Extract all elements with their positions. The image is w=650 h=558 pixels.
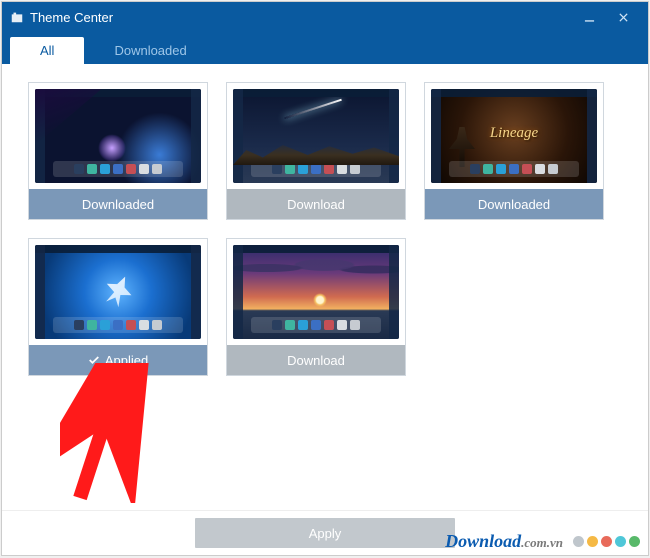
status-label: Download bbox=[287, 353, 345, 368]
status-label: Applied bbox=[105, 353, 148, 368]
status-label: Download bbox=[287, 197, 345, 212]
footer: Apply bbox=[2, 510, 648, 555]
minimize-button[interactable] bbox=[572, 2, 606, 32]
theme-thumbnail bbox=[29, 83, 207, 189]
close-button[interactable] bbox=[606, 2, 640, 32]
theme-card[interactable]: Download bbox=[226, 238, 406, 376]
theme-status: Applied bbox=[29, 345, 207, 375]
titlebar: Theme Center bbox=[2, 2, 648, 32]
apply-label: Apply bbox=[309, 526, 342, 541]
theme-thumbnail bbox=[29, 239, 207, 345]
tab-bar: All Downloaded bbox=[2, 32, 648, 64]
check-icon bbox=[88, 354, 100, 366]
theme-card[interactable]: Download bbox=[226, 82, 406, 220]
status-label: Downloaded bbox=[478, 197, 550, 212]
theme-card[interactable]: Applied bbox=[28, 238, 208, 376]
content-area: Downloaded Download Li bbox=[2, 64, 648, 510]
tab-downloaded[interactable]: Downloaded bbox=[84, 37, 216, 64]
theme-thumbnail: Lineage bbox=[425, 83, 603, 189]
apply-button[interactable]: Apply bbox=[195, 518, 455, 548]
app-icon bbox=[10, 10, 24, 24]
theme-card[interactable]: Downloaded bbox=[28, 82, 208, 220]
theme-card[interactable]: Lineage Downloaded bbox=[424, 82, 604, 220]
theme-status: Downloaded bbox=[425, 189, 603, 219]
tab-all[interactable]: All bbox=[10, 37, 84, 64]
theme-grid: Downloaded Download Li bbox=[28, 82, 622, 376]
theme-thumbnail bbox=[227, 83, 405, 189]
window-title: Theme Center bbox=[30, 10, 113, 25]
window: Theme Center All Downloaded Downloaded bbox=[1, 1, 649, 556]
theme-thumbnail bbox=[227, 239, 405, 345]
theme-status: Download bbox=[227, 189, 405, 219]
theme-status: Download bbox=[227, 345, 405, 375]
theme-status: Downloaded bbox=[29, 189, 207, 219]
theme-logo-text: Lineage bbox=[431, 125, 597, 142]
status-label: Downloaded bbox=[82, 197, 154, 212]
